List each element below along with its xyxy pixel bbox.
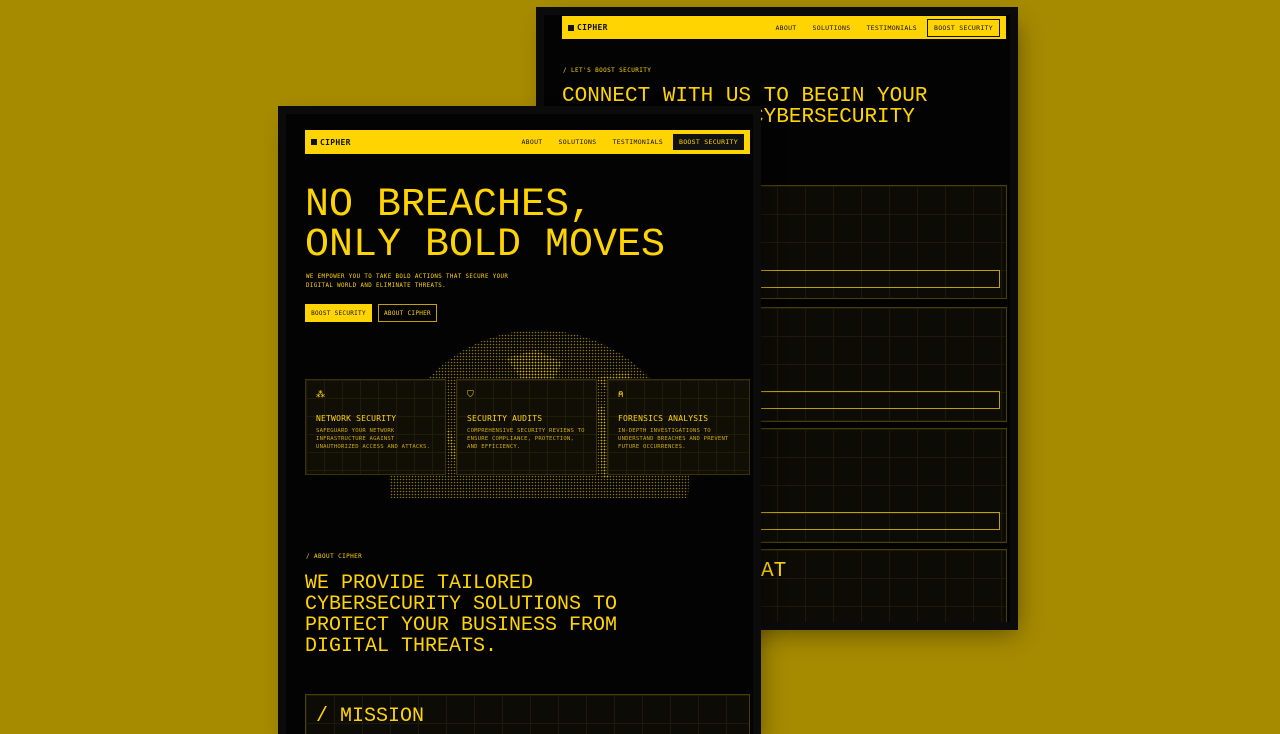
hero-subtext-line1: WE EMPOWER YOU TO TAKE BOLD ACTIONS THAT… (306, 274, 509, 280)
brand-name: CIPHER (320, 137, 351, 147)
brand-logo[interactable]: CIPHER (568, 23, 608, 32)
section-eyebrow: / LET'S BOOST SECURITY (563, 67, 652, 74)
nav-boost-security-button[interactable]: BOOST SECURITY (673, 134, 744, 150)
about-eyebrow: / ABOUT CIPHER (306, 553, 363, 560)
nav-boost-security-button[interactable]: BOOST SECURITY (927, 18, 1000, 37)
nav-about[interactable]: ABOUT (521, 138, 542, 146)
about-heading-line2: CYBERSECURITY SOLUTIONS TO (305, 593, 618, 616)
shield-icon: ⛉ (467, 390, 474, 400)
card-description: IN-DEPTH INVESTIGATIONS TO UNDERSTAND BR… (618, 428, 729, 451)
nav-testimonials[interactable]: TESTIMONIALS (612, 138, 663, 146)
about-heading-line4: DIGITAL THREATS. (305, 635, 498, 658)
partial-heading-text: AT (761, 560, 787, 583)
card-title: SECURITY AUDITS (467, 414, 543, 423)
nav-about[interactable]: ABOUT (775, 24, 796, 32)
card-title: FORENSICS ANALYSIS (618, 414, 709, 423)
card-description: SAFEGUARD YOUR NETWORK INFRASTRUCTURE AG… (316, 428, 431, 451)
service-card-security-audits[interactable]: ⛉ SECURITY AUDITS COMPREHENSIVE SECURITY… (456, 379, 597, 475)
boost-security-button[interactable]: BOOST SECURITY (305, 304, 372, 322)
top-nav: CIPHER ABOUT SOLUTIONS TESTIMONIALS BOOS… (305, 130, 750, 154)
card-title: NETWORK SECURITY (316, 414, 397, 423)
contact-heading-line1: CONNECT WITH US TO BEGIN YOUR (562, 85, 928, 108)
logo-square-icon (568, 24, 574, 31)
nav-testimonials[interactable]: TESTIMONIALS (866, 24, 917, 32)
mission-section-box: / MISSION (305, 694, 750, 734)
logo-square-icon (311, 139, 317, 145)
service-card-forensics-analysis[interactable]: ⍝ FORENSICS ANALYSIS IN-DEPTH INVESTIGAT… (607, 379, 750, 475)
network-icon: ⁂ (316, 390, 325, 400)
top-nav: CIPHER ABOUT SOLUTIONS TESTIMONIALS BOOS… (562, 16, 1006, 39)
about-heading-line3: PROTECT YOUR BUSINESS FROM (305, 614, 618, 637)
hero-heading-line2: ONLY BOLD MOVES (305, 223, 666, 268)
service-card-network-security[interactable]: ⁂ NETWORK SECURITY SAFEGUARD YOUR NETWOR… (305, 379, 446, 475)
about-heading-line1: WE PROVIDE TAILORED (305, 572, 534, 595)
brand-logo[interactable]: CIPHER (311, 138, 351, 147)
nav-solutions[interactable]: SOLUTIONS (813, 24, 851, 32)
mission-heading: / MISSION (316, 705, 425, 728)
about-cipher-button[interactable]: ABOUT CIPHER (378, 304, 437, 322)
home-page-mockup: CIPHER ABOUT SOLUTIONS TESTIMONIALS BOOS… (286, 114, 753, 734)
hero-subtext-line2: DIGITAL WORLD AND ELIMINATE THREATS. (306, 283, 447, 289)
nav-solutions[interactable]: SOLUTIONS (559, 138, 597, 146)
hero-heading-line1: NO BREACHES, (305, 183, 594, 228)
brand-name: CIPHER (577, 23, 608, 32)
card-description: COMPREHENSIVE SECURITY REVIEWS TO ENSURE… (467, 428, 585, 451)
spy-icon: ⍝ (618, 390, 624, 400)
